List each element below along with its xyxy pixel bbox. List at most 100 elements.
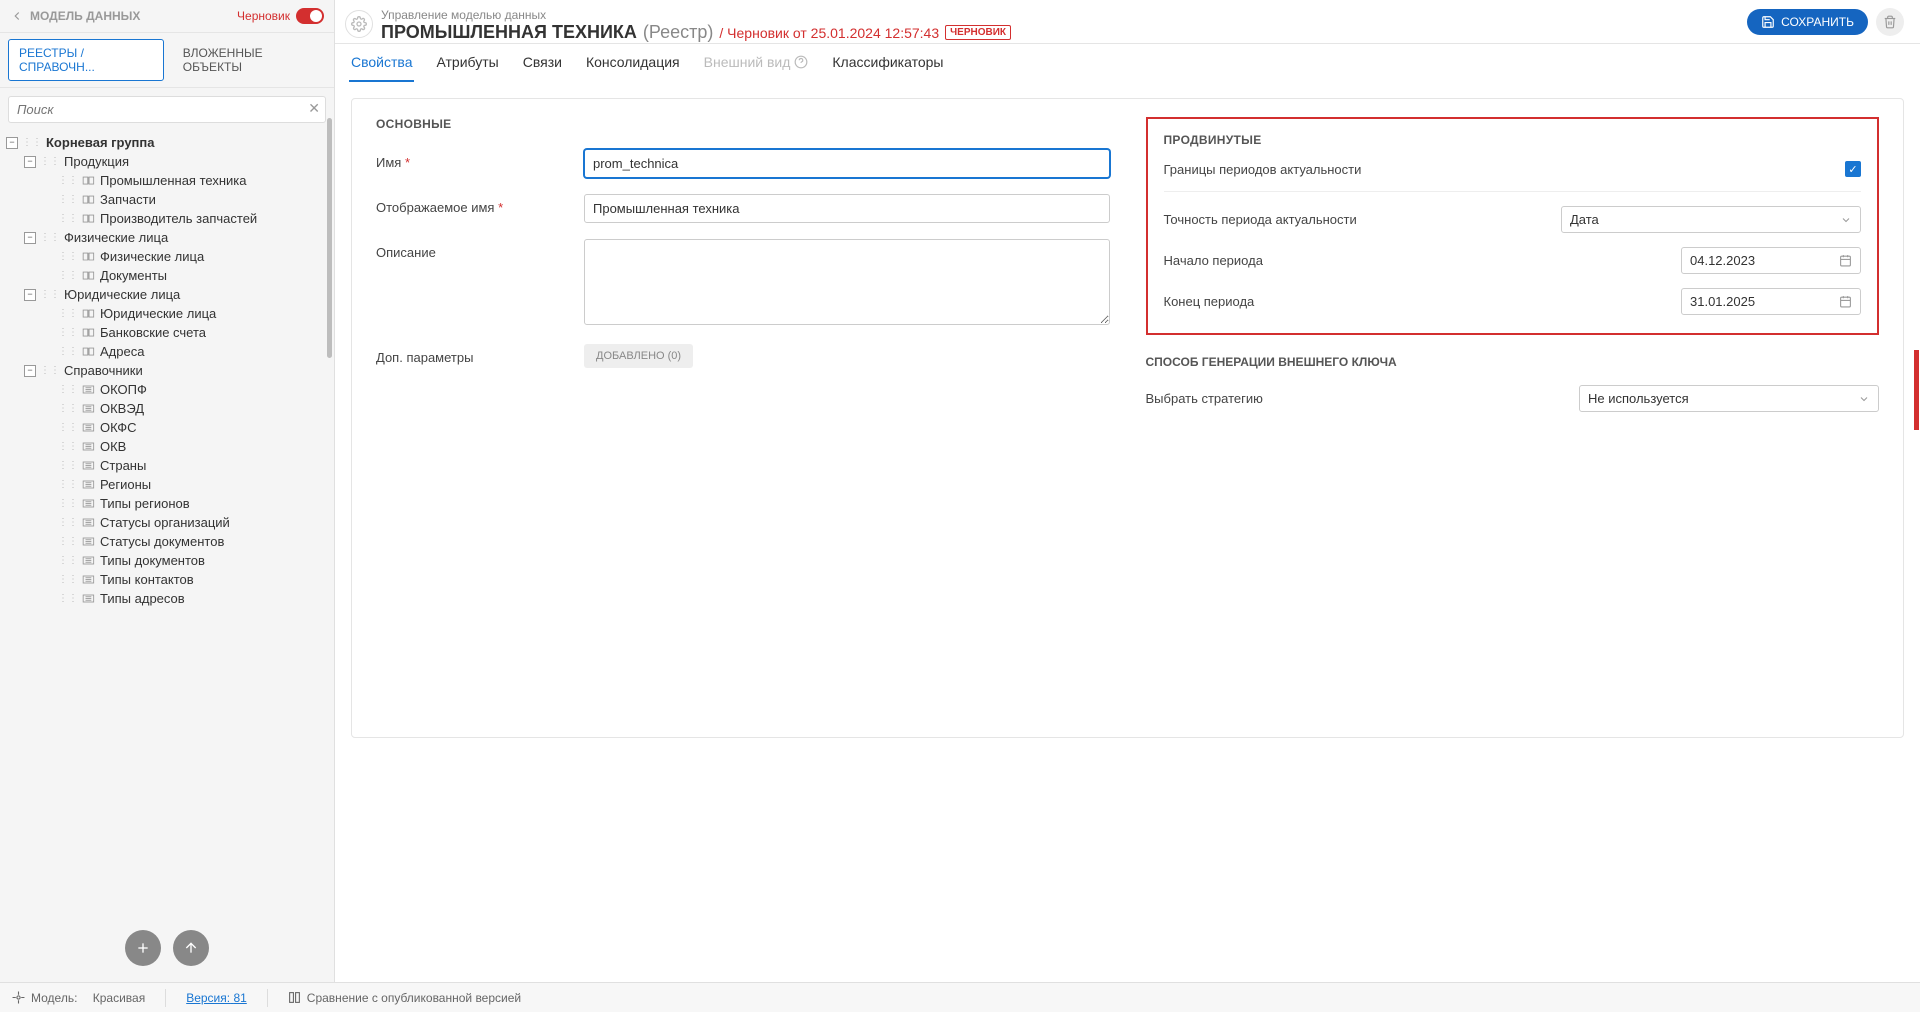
tree-item[interactable]: ⋮⋮ Запчасти [6, 190, 328, 209]
name-input[interactable] [584, 149, 1110, 178]
draft-badge: ЧЕРНОВИК [945, 25, 1011, 40]
tab-0[interactable]: Свойства [349, 44, 414, 82]
tab-1[interactable]: Атрибуты [434, 44, 500, 82]
drag-handle-icon[interactable]: ⋮⋮ [58, 194, 78, 205]
tree-group[interactable]: − ⋮⋮ Продукция [6, 152, 328, 171]
right-scrollbar[interactable] [1914, 350, 1919, 430]
tree-collapse-icon[interactable]: − [24, 232, 36, 244]
drag-handle-icon[interactable]: ⋮⋮ [58, 403, 78, 414]
tree-item[interactable]: ⋮⋮ Типы адресов [6, 589, 328, 608]
period-end-input[interactable]: 31.01.2025 [1681, 288, 1861, 315]
chevron-down-icon [1858, 393, 1870, 405]
drag-handle-icon[interactable]: ⋮⋮ [40, 232, 60, 243]
toggle-switch[interactable] [296, 8, 324, 24]
period-end-label: Конец периода [1164, 294, 1255, 309]
tree-item[interactable]: ⋮⋮ Документы [6, 266, 328, 285]
status-version[interactable]: Версия: 81 [186, 991, 247, 1005]
tree-item[interactable]: ⋮⋮ Производитель запчастей [6, 209, 328, 228]
tree-item[interactable]: ⋮⋮ Типы документов [6, 551, 328, 570]
breadcrumb: Управление моделью данных [381, 8, 1011, 22]
tree-item[interactable]: ⋮⋮ Страны [6, 456, 328, 475]
tree-root[interactable]: − ⋮⋮ Корневая группа [6, 133, 328, 152]
drag-handle-icon[interactable]: ⋮⋮ [58, 536, 78, 547]
back-icon[interactable] [10, 9, 24, 23]
drag-handle-icon[interactable]: ⋮⋮ [58, 175, 78, 186]
search-input[interactable] [8, 96, 326, 123]
drag-handle-icon[interactable]: ⋮⋮ [58, 327, 78, 338]
tree-item[interactable]: ⋮⋮ Физические лица [6, 247, 328, 266]
chevron-down-icon [1840, 214, 1852, 226]
tree-item[interactable]: ⋮⋮ ОКВЭД [6, 399, 328, 418]
strategy-select[interactable]: Не используется [1579, 385, 1879, 412]
ref-icon [82, 422, 96, 433]
drag-handle-icon[interactable]: ⋮⋮ [58, 593, 78, 604]
tree-item[interactable]: ⋮⋮ ОКВ [6, 437, 328, 456]
tree-group[interactable]: − ⋮⋮ Физические лица [6, 228, 328, 247]
sidebar-tab-nested[interactable]: ВЛОЖЕННЫЕ ОБЪЕКТЫ [172, 39, 326, 81]
tree-item[interactable]: ⋮⋮ Типы регионов [6, 494, 328, 513]
calendar-icon [1839, 254, 1852, 267]
section-advanced-title: ПРОДВИНУТЫЕ [1164, 133, 1862, 147]
tree-collapse-icon[interactable]: − [24, 365, 36, 377]
drag-handle-icon[interactable]: ⋮⋮ [58, 574, 78, 585]
tree-item[interactable]: ⋮⋮ Статусы документов [6, 532, 328, 551]
book-icon [82, 251, 96, 262]
sidebar-tab-registries[interactable]: РЕЕСТРЫ / СПРАВОЧН... [8, 39, 164, 81]
draft-toggle[interactable]: Черновик [237, 8, 324, 24]
tree-item[interactable]: ⋮⋮ Регионы [6, 475, 328, 494]
tree-item[interactable]: ⋮⋮ Статусы организаций [6, 513, 328, 532]
tree-collapse-icon[interactable]: − [6, 137, 18, 149]
precision-select[interactable]: Дата [1561, 206, 1861, 233]
extra-params-label: Доп. параметры [376, 344, 566, 365]
drag-handle-icon[interactable]: ⋮⋮ [40, 289, 60, 300]
drag-handle-icon[interactable]: ⋮⋮ [58, 308, 78, 319]
display-name-input[interactable] [584, 194, 1110, 223]
drag-handle-icon[interactable]: ⋮⋮ [58, 517, 78, 528]
period-start-input[interactable]: 04.12.2023 [1681, 247, 1861, 274]
drag-handle-icon[interactable]: ⋮⋮ [58, 441, 78, 452]
drag-handle-icon[interactable]: ⋮⋮ [58, 555, 78, 566]
drag-handle-icon[interactable]: ⋮⋮ [40, 156, 60, 167]
tree-item[interactable]: ⋮⋮ ОКОПФ [6, 380, 328, 399]
drag-handle-icon[interactable]: ⋮⋮ [58, 422, 78, 433]
status-compare[interactable]: Сравнение с опубликованной версией [288, 991, 521, 1005]
calendar-icon [1839, 295, 1852, 308]
tree-item[interactable]: ⋮⋮ Юридические лица [6, 304, 328, 323]
drag-handle-icon[interactable]: ⋮⋮ [58, 460, 78, 471]
tab-5[interactable]: Классификаторы [830, 44, 945, 82]
drag-handle-icon[interactable]: ⋮⋮ [58, 270, 78, 281]
tree-collapse-icon[interactable]: − [24, 289, 36, 301]
drag-handle-icon[interactable]: ⋮⋮ [58, 346, 78, 357]
save-button[interactable]: СОХРАНИТЬ [1747, 9, 1868, 35]
ref-icon [82, 517, 96, 528]
added-button[interactable]: ДОБАВЛЕНО (0) [584, 344, 693, 368]
sidebar-scrollbar[interactable] [327, 118, 332, 358]
tree-item[interactable]: ⋮⋮ ОКФС [6, 418, 328, 437]
tab-3[interactable]: Консолидация [584, 44, 682, 82]
drag-handle-icon[interactable]: ⋮⋮ [22, 137, 42, 148]
search-clear-icon[interactable]: ✕ [308, 100, 320, 117]
tree-item[interactable]: ⋮⋮ Промышленная техника [6, 171, 328, 190]
book-icon [82, 175, 96, 186]
delete-button[interactable] [1876, 8, 1904, 36]
drag-handle-icon[interactable]: ⋮⋮ [58, 251, 78, 262]
add-button[interactable] [125, 930, 161, 966]
drag-handle-icon[interactable]: ⋮⋮ [58, 498, 78, 509]
tree-collapse-icon[interactable]: − [24, 156, 36, 168]
drag-handle-icon[interactable]: ⋮⋮ [58, 384, 78, 395]
drag-handle-icon[interactable]: ⋮⋮ [58, 213, 78, 224]
tree-item[interactable]: ⋮⋮ Типы контактов [6, 570, 328, 589]
tree-item[interactable]: ⋮⋮ Адреса [6, 342, 328, 361]
up-button[interactable] [173, 930, 209, 966]
main-tabs: СвойстваАтрибутыСвязиКонсолидацияВнешний… [335, 44, 1920, 82]
page-title: ПРОМЫШЛЕННАЯ ТЕХНИКА (Реестр) / Черновик… [381, 22, 1011, 43]
drag-handle-icon[interactable]: ⋮⋮ [58, 479, 78, 490]
tree-item[interactable]: ⋮⋮ Банковские счета [6, 323, 328, 342]
description-textarea[interactable] [584, 239, 1110, 325]
tree-group[interactable]: − ⋮⋮ Справочники [6, 361, 328, 380]
settings-icon[interactable] [345, 10, 373, 38]
boundaries-checkbox[interactable]: ✓ [1845, 161, 1861, 177]
tab-2[interactable]: Связи [521, 44, 564, 82]
tree-group[interactable]: − ⋮⋮ Юридические лица [6, 285, 328, 304]
drag-handle-icon[interactable]: ⋮⋮ [40, 365, 60, 376]
